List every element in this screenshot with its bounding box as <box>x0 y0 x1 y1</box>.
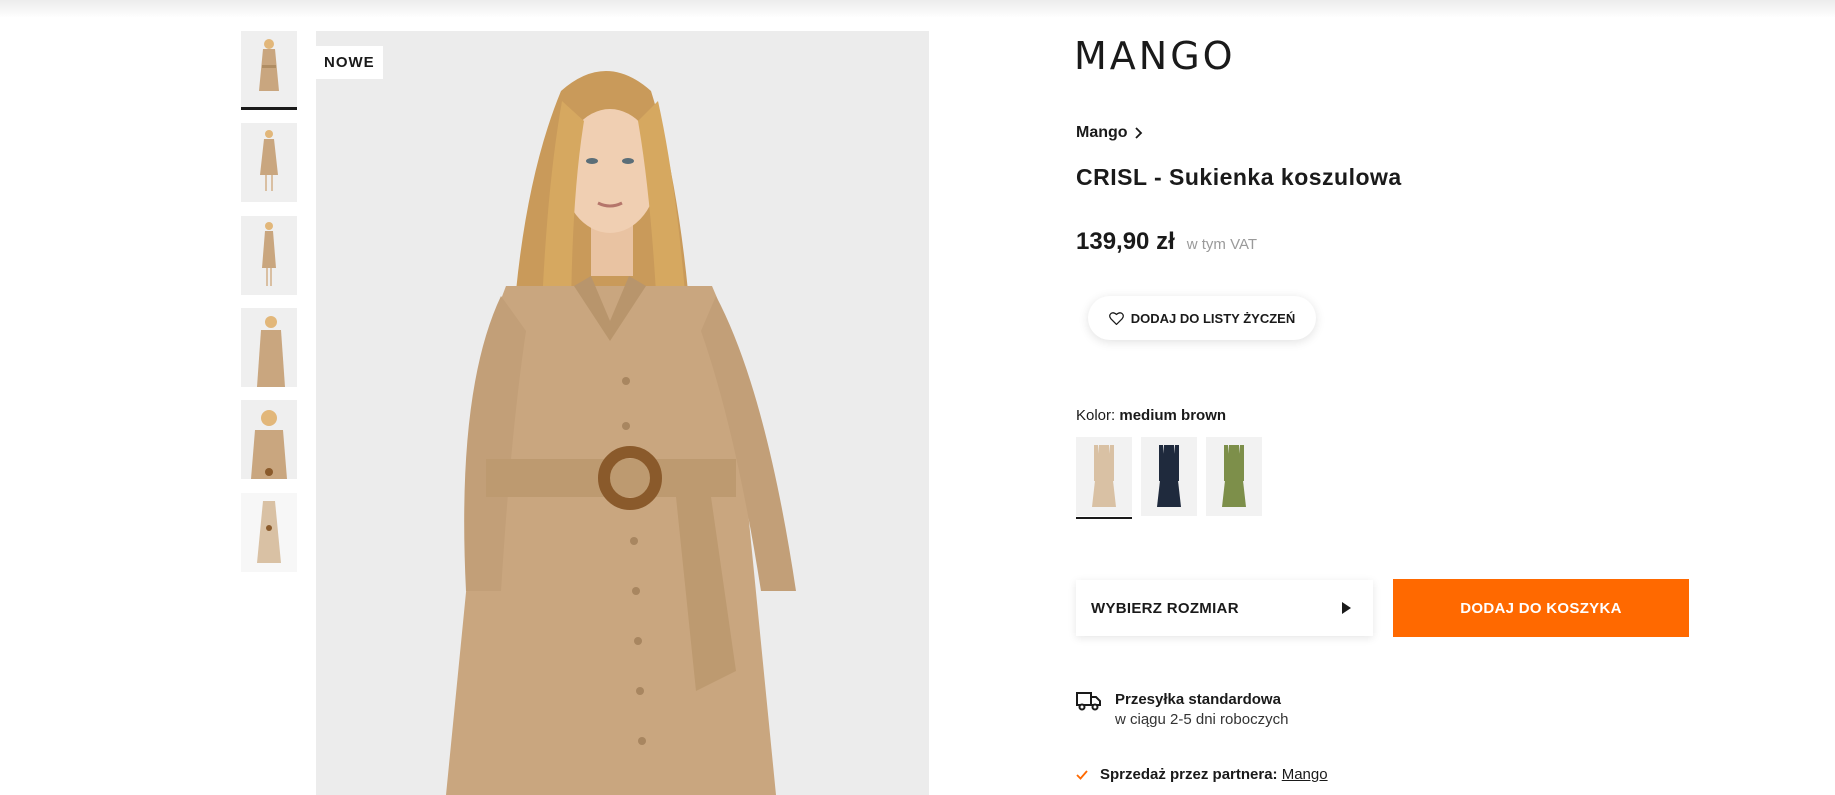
new-badge: NOWE <box>316 46 383 79</box>
play-arrow-icon <box>1342 602 1351 614</box>
shipping-title: Przesyłka standardowa <box>1115 691 1281 708</box>
model-photo <box>316 31 929 795</box>
brand-logo[interactable]: MANGO <box>1074 34 1236 78</box>
top-bar <box>0 0 1835 18</box>
product-title: CRISL - Sukienka koszulowa <box>1076 164 1402 190</box>
thumbnail-4[interactable] <box>241 308 297 387</box>
shipping-info: Przesyłka standardowa w ciągu 2-5 dni ro… <box>1076 690 1288 731</box>
chevron-right-icon <box>1134 127 1142 139</box>
add-to-wishlist-button[interactable]: DODAJ DO LISTY ŻYCZEŃ <box>1088 296 1316 340</box>
partner-info: Sprzedaż przez partnera: Mango <box>1076 766 1328 783</box>
swatch-green[interactable] <box>1206 437 1262 516</box>
swatch-navy[interactable] <box>1141 437 1197 516</box>
add-to-cart-button[interactable]: DODAJ DO KOSZYKA <box>1393 579 1689 637</box>
thumbnail-5[interactable] <box>241 400 297 479</box>
breadcrumb-label: Mango <box>1076 124 1128 141</box>
shipping-subtitle: w ciągu 2-5 dni roboczych <box>1115 711 1289 728</box>
color-prefix: Kolor: <box>1076 407 1116 424</box>
delivery-truck-icon <box>1076 692 1101 711</box>
thumbnail-3[interactable] <box>241 216 297 295</box>
wishlist-label: DODAJ DO LISTY ŻYCZEŃ <box>1130 310 1296 326</box>
thumbnail-6[interactable] <box>241 493 297 572</box>
vat-note: w tym VAT <box>1186 236 1258 253</box>
color-label: Kolor: medium brown <box>1076 407 1226 424</box>
breadcrumb[interactable]: Mango <box>1076 124 1143 142</box>
size-select-label: WYBIERZ ROZMIAR <box>1091 599 1239 617</box>
partner-prefix: Sprzedaż przez partnera: <box>1100 766 1278 783</box>
thumbnail-2[interactable] <box>241 123 297 202</box>
main-product-image[interactable]: NOWE <box>316 31 929 795</box>
thumbnail-1[interactable] <box>241 31 297 110</box>
color-name: medium brown <box>1119 407 1227 424</box>
price: 139,90 zł <box>1076 228 1175 255</box>
heart-icon <box>1108 311 1124 325</box>
price-row: 139,90 zł w tym VAT <box>1076 228 1257 256</box>
check-icon <box>1076 769 1088 780</box>
partner-link[interactable]: Mango <box>1282 766 1328 783</box>
swatch-medium-brown[interactable] <box>1076 437 1132 519</box>
size-select[interactable]: WYBIERZ ROZMIAR <box>1076 580 1373 636</box>
